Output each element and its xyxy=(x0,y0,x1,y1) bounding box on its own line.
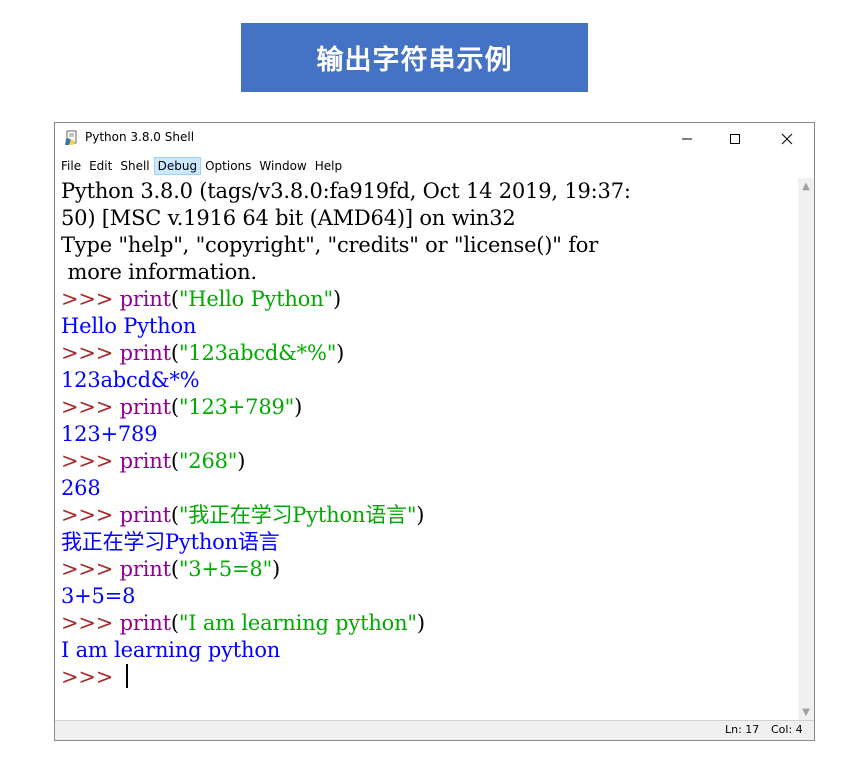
shell-info-text: 50) [MSC v.1916 64 bit (AMD64)] on win32 xyxy=(61,206,516,230)
menu-file[interactable]: File xyxy=(57,157,85,175)
print-keyword: print xyxy=(119,449,171,473)
menu-edit[interactable]: Edit xyxy=(85,157,116,175)
shell-output-line: I am learning python xyxy=(61,637,280,664)
menu-debug[interactable]: Debug xyxy=(153,157,202,175)
shell-input-line: >>> print("I am learning python") xyxy=(61,610,425,637)
open-paren: ( xyxy=(170,611,179,635)
close-button[interactable] xyxy=(764,123,810,155)
shell-prompt: >>> xyxy=(61,395,120,419)
shell-input-line: >>> print("Hello Python") xyxy=(61,286,341,313)
shell-output-text: 268 xyxy=(61,476,101,500)
menu-options[interactable]: Options xyxy=(201,157,255,175)
shell-info-text: Type "help", "copyright", "credits" or "… xyxy=(61,233,599,257)
shell-info-text: more information. xyxy=(61,260,257,284)
python-idle-icon xyxy=(64,130,80,146)
print-keyword: print xyxy=(119,341,171,365)
string-literal: "3+5=8" xyxy=(178,557,273,581)
shell-output-line: 123abcd&*% xyxy=(61,367,200,394)
shell-banner-line: more information. xyxy=(61,259,257,286)
shell-output-line: 268 xyxy=(61,475,101,502)
title-bar[interactable]: Python 3.8.0 Shell xyxy=(55,123,814,155)
shell-prompt: >>> xyxy=(61,449,120,473)
close-paren: ) xyxy=(332,287,341,311)
vertical-scrollbar[interactable]: ▲ ▼ xyxy=(798,178,814,720)
shell-banner-line: 50) [MSC v.1916 64 bit (AMD64)] on win32 xyxy=(61,205,516,232)
minimize-icon xyxy=(682,138,692,140)
menu-window[interactable]: Window xyxy=(255,157,310,175)
shell-text-area[interactable]: Python 3.8.0 (tags/v3.8.0:fa919fd, Oct 1… xyxy=(55,178,798,720)
menu-shell[interactable]: Shell xyxy=(116,157,153,175)
maximize-button[interactable] xyxy=(712,123,758,155)
shell-output-text: 3+5=8 xyxy=(61,584,136,608)
shell-prompt: >>> xyxy=(61,665,120,689)
close-paren: ) xyxy=(416,503,425,527)
shell-banner-line: Python 3.8.0 (tags/v3.8.0:fa919fd, Oct 1… xyxy=(61,178,631,205)
scroll-up-icon[interactable]: ▲ xyxy=(798,178,814,194)
shell-prompt: >>> xyxy=(61,557,120,581)
maximize-icon xyxy=(730,134,740,144)
shell-output-text: I am learning python xyxy=(61,638,281,662)
text-cursor xyxy=(125,664,128,688)
status-column-number: Col: 4 xyxy=(771,723,803,736)
close-paren: ) xyxy=(336,341,345,365)
shell-output-line: 我正在学习Python语言 xyxy=(61,529,280,556)
shell-output-line: 3+5=8 xyxy=(61,583,135,610)
window-title: Python 3.8.0 Shell xyxy=(85,130,195,144)
shell-prompt: >>> xyxy=(61,341,120,365)
menu-bar: File Edit Shell Debug Options Window Hel… xyxy=(55,155,814,177)
print-keyword: print xyxy=(119,611,171,635)
shell-prompt: >>> xyxy=(61,611,120,635)
status-line-number: Ln: 17 xyxy=(725,723,760,736)
shell-output-line: 123+789 xyxy=(61,421,158,448)
shell-output-text: 123+789 xyxy=(61,422,158,446)
string-literal: "我正在学习Python语言" xyxy=(178,503,417,527)
shell-input-line: >>> print("123+789") xyxy=(61,394,302,421)
scroll-down-icon[interactable]: ▼ xyxy=(798,704,814,720)
string-literal: "123+789" xyxy=(178,395,295,419)
shell-prompt: >>> xyxy=(61,503,120,527)
shell-current-prompt-line: >>> xyxy=(61,664,128,691)
shell-input-line: >>> print("268") xyxy=(61,448,245,475)
title-banner: 输出字符串示例 xyxy=(241,23,588,92)
print-keyword: print xyxy=(119,287,171,311)
open-paren: ( xyxy=(170,503,179,527)
idle-shell-window: Python 3.8.0 Shell File Edit Shell Debug… xyxy=(54,122,815,741)
string-literal: "I am learning python" xyxy=(178,611,417,635)
print-keyword: print xyxy=(119,557,171,581)
open-paren: ( xyxy=(170,341,179,365)
shell-output-line: Hello Python xyxy=(61,313,196,340)
menu-help[interactable]: Help xyxy=(311,157,346,175)
close-paren: ) xyxy=(272,557,281,581)
shell-prompt: >>> xyxy=(61,287,120,311)
status-bar: Ln: 17 Col: 4 xyxy=(55,720,814,740)
shell-info-text: Python 3.8.0 (tags/v3.8.0:fa919fd, Oct 1… xyxy=(61,179,631,203)
open-paren: ( xyxy=(170,557,179,581)
shell-input-line: >>> print("3+5=8") xyxy=(61,556,280,583)
shell-banner-line: Type "help", "copyright", "credits" or "… xyxy=(61,232,598,259)
shell-input-line: >>> print("123abcd&*%") xyxy=(61,340,344,367)
shell-output-text: Hello Python xyxy=(61,314,197,338)
close-paren: ) xyxy=(237,449,246,473)
open-paren: ( xyxy=(170,395,179,419)
shell-output-text: 123abcd&*% xyxy=(61,368,200,392)
open-paren: ( xyxy=(170,449,179,473)
banner-title: 输出字符串示例 xyxy=(316,45,513,76)
print-keyword: print xyxy=(119,503,171,527)
shell-input-line: >>> print("我正在学习Python语言") xyxy=(61,502,424,529)
close-paren: ) xyxy=(294,395,303,419)
shell-output-text: 我正在学习Python语言 xyxy=(61,530,280,554)
string-literal: "Hello Python" xyxy=(178,287,333,311)
string-literal: "123abcd&*%" xyxy=(178,341,337,365)
string-literal: "268" xyxy=(178,449,238,473)
open-paren: ( xyxy=(170,287,179,311)
close-icon xyxy=(781,133,793,145)
print-keyword: print xyxy=(119,395,171,419)
close-paren: ) xyxy=(416,611,425,635)
minimize-button[interactable] xyxy=(664,123,710,155)
